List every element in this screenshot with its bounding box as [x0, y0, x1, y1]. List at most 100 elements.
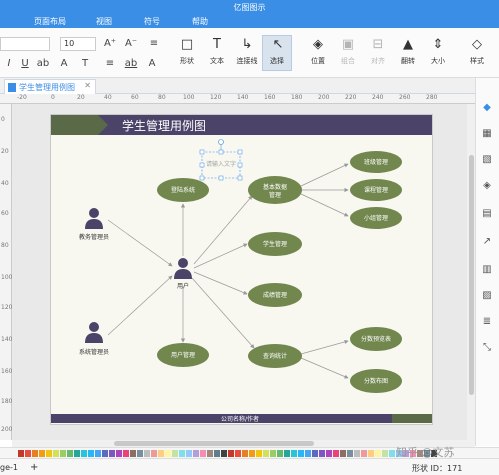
- color-swatch[interactable]: [249, 450, 255, 457]
- header-accent: [51, 115, 108, 135]
- page-tab[interactable]: ge-1: [0, 463, 18, 472]
- actor-label: 系统管理员: [79, 348, 109, 356]
- color-swatch[interactable]: [256, 450, 262, 457]
- color-swatch[interactable]: [326, 450, 332, 457]
- resize-handle[interactable]: [237, 175, 243, 181]
- selected-text-shape[interactable]: 请输入文字: [199, 139, 243, 181]
- color-swatch[interactable]: [221, 450, 227, 457]
- color-swatch[interactable]: [95, 450, 101, 457]
- color-swatch[interactable]: [18, 450, 24, 457]
- color-swatch[interactable]: [88, 450, 94, 457]
- color-swatch[interactable]: [207, 450, 213, 457]
- color-swatch[interactable]: [347, 450, 353, 457]
- color-swatch[interactable]: [277, 450, 283, 457]
- usecase-score-preview[interactable]: 分数预览表: [350, 327, 402, 351]
- color-swatch[interactable]: [361, 450, 367, 457]
- color-swatch[interactable]: [228, 450, 234, 457]
- usecase-label: 班级管理: [364, 158, 388, 166]
- usecase-student-mgmt[interactable]: 学生管理: [248, 232, 302, 256]
- color-swatch[interactable]: [333, 450, 339, 457]
- usecase-basic-data[interactable]: 基本数据管理: [248, 176, 302, 204]
- color-swatch[interactable]: [186, 450, 192, 457]
- add-page-button[interactable]: +: [30, 462, 38, 473]
- usecase-query-stats[interactable]: 查询统计: [248, 344, 302, 368]
- resize-handle[interactable]: [199, 149, 205, 155]
- actor-admin[interactable]: 教务管理员: [79, 208, 109, 241]
- color-swatch[interactable]: [32, 450, 38, 457]
- color-swatch[interactable]: [263, 450, 269, 457]
- shape-id-readout: 形状 ID：171: [412, 464, 463, 473]
- color-swatch[interactable]: [172, 450, 178, 457]
- color-swatch[interactable]: [298, 450, 304, 457]
- vertical-scroll-thumb[interactable]: [469, 155, 474, 395]
- usecase-class-mgmt[interactable]: 班级管理: [350, 151, 402, 173]
- color-swatch[interactable]: [25, 450, 31, 457]
- horizontal-scroll-thumb[interactable]: [114, 441, 314, 446]
- usecase-label: 用户管理: [171, 351, 195, 359]
- usecase-user-mgmt[interactable]: 用户管理: [157, 343, 209, 367]
- fill-icon[interactable]: ◆: [477, 100, 497, 116]
- rotate-handle[interactable]: [218, 139, 224, 145]
- color-swatch[interactable]: [375, 450, 381, 457]
- color-swatch[interactable]: [291, 450, 297, 457]
- color-swatch[interactable]: [67, 450, 73, 457]
- resize-handle[interactable]: [237, 162, 243, 168]
- color-swatch[interactable]: [179, 450, 185, 457]
- color-swatch[interactable]: [137, 450, 143, 457]
- color-swatch[interactable]: [382, 450, 388, 457]
- connector-lines: [107, 163, 349, 379]
- color-swatch[interactable]: [39, 450, 45, 457]
- usecase-label: 学生管理: [263, 240, 287, 248]
- color-swatch[interactable]: [368, 450, 374, 457]
- color-swatch[interactable]: [116, 450, 122, 457]
- color-swatch[interactable]: [389, 450, 395, 457]
- actor-user[interactable]: 用户: [174, 258, 192, 290]
- color-swatch[interactable]: [53, 450, 59, 457]
- use-case-diagram: 学生管理用例图 公司名称/作者 教务管理员 用户 系统管理员 登陆系统 基本数据…: [51, 115, 432, 423]
- color-swatch[interactable]: [158, 450, 164, 457]
- resize-handle[interactable]: [199, 175, 205, 181]
- color-swatch[interactable]: [144, 450, 150, 457]
- color-swatch[interactable]: [102, 450, 108, 457]
- color-swatch[interactable]: [319, 450, 325, 457]
- table-icon[interactable]: ▥: [477, 262, 497, 278]
- color-swatch[interactable]: [151, 450, 157, 457]
- color-swatch[interactable]: [235, 450, 241, 457]
- color-swatch[interactable]: [60, 450, 66, 457]
- usecase-course-mgmt[interactable]: 课程管理: [350, 179, 402, 201]
- chart-icon[interactable]: ↗: [477, 234, 497, 250]
- usecase-login[interactable]: 登陆系统: [157, 178, 209, 202]
- resize-handle[interactable]: [237, 149, 243, 155]
- data-icon[interactable]: ▨: [477, 288, 497, 304]
- expand-icon[interactable]: ⤡: [477, 340, 497, 356]
- color-swatch[interactable]: [46, 450, 52, 457]
- color-swatch[interactable]: [354, 450, 360, 457]
- color-swatch[interactable]: [242, 450, 248, 457]
- usecase-score-mgmt[interactable]: 成绩管理: [248, 283, 302, 307]
- color-swatch[interactable]: [305, 450, 311, 457]
- color-swatch[interactable]: [123, 450, 129, 457]
- layers-icon[interactable]: ◈: [477, 178, 497, 194]
- resize-handle[interactable]: [218, 175, 224, 181]
- color-swatch[interactable]: [130, 450, 136, 457]
- usecase-group-mgmt[interactable]: 小组管理: [350, 207, 402, 229]
- color-swatch[interactable]: [109, 450, 115, 457]
- color-swatch[interactable]: [214, 450, 220, 457]
- page-icon[interactable]: ▤: [477, 206, 497, 222]
- usecase-score-chart[interactable]: 分数布图: [350, 369, 402, 393]
- grid-icon[interactable]: ▦: [477, 126, 497, 142]
- color-swatch[interactable]: [312, 450, 318, 457]
- format-icon[interactable]: ≣: [477, 314, 497, 330]
- color-swatch[interactable]: [74, 450, 80, 457]
- actor-sysadmin[interactable]: 系统管理员: [79, 322, 109, 356]
- image-icon[interactable]: ▧: [477, 152, 497, 168]
- color-swatch[interactable]: [200, 450, 206, 457]
- resize-handle[interactable]: [199, 162, 205, 168]
- color-swatch[interactable]: [270, 450, 276, 457]
- color-swatch[interactable]: [340, 450, 346, 457]
- color-swatch[interactable]: [165, 450, 171, 457]
- color-swatch[interactable]: [81, 450, 87, 457]
- color-swatch[interactable]: [284, 450, 290, 457]
- resize-handle[interactable]: [218, 149, 224, 155]
- color-swatch[interactable]: [193, 450, 199, 457]
